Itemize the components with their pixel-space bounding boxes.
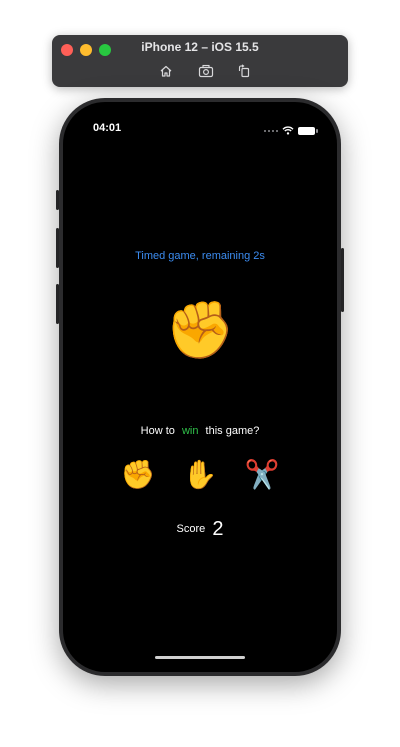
rotate-icon[interactable]: [235, 62, 253, 80]
score-value: 2: [212, 518, 224, 540]
power-button: [341, 248, 344, 312]
simulator-toolbar-window: iPhone 12 – iOS 15.5: [52, 35, 348, 87]
status-bar-time: 04:01: [93, 122, 122, 134]
cellular-signal-icon: [264, 130, 278, 132]
status-bar-icons: [264, 122, 318, 140]
scissors-button[interactable]: ✂️: [245, 458, 280, 492]
screenshot-icon[interactable]: [197, 62, 215, 80]
timer-label: Timed game, remaining 2s: [135, 250, 265, 262]
choice-buttons: ✊ ✋ ✂️: [63, 458, 337, 492]
home-indicator[interactable]: [155, 656, 245, 659]
home-icon[interactable]: [157, 62, 175, 80]
rock-button[interactable]: ✊: [121, 458, 156, 492]
wifi-icon: [282, 122, 294, 140]
stage: iPhone 12 – iOS 15.5 04:01 Timed game, r…: [0, 0, 400, 747]
score-label: Score: [176, 523, 206, 535]
score-display: Score 2: [63, 518, 337, 541]
phone-screen: 04:01 Timed game, remaining 2s ✊ How to …: [63, 102, 337, 672]
question-goal-word: win: [181, 425, 199, 437]
battery-icon: [298, 127, 318, 135]
question-suffix: this game?: [205, 425, 260, 437]
paper-button[interactable]: ✋: [183, 458, 218, 492]
question-label: How to win this game?: [63, 425, 337, 437]
current-move-emoji: ✊: [165, 298, 235, 361]
simulator-title: iPhone 12 – iOS 15.5: [141, 40, 259, 54]
question-prefix: How to: [140, 425, 175, 437]
